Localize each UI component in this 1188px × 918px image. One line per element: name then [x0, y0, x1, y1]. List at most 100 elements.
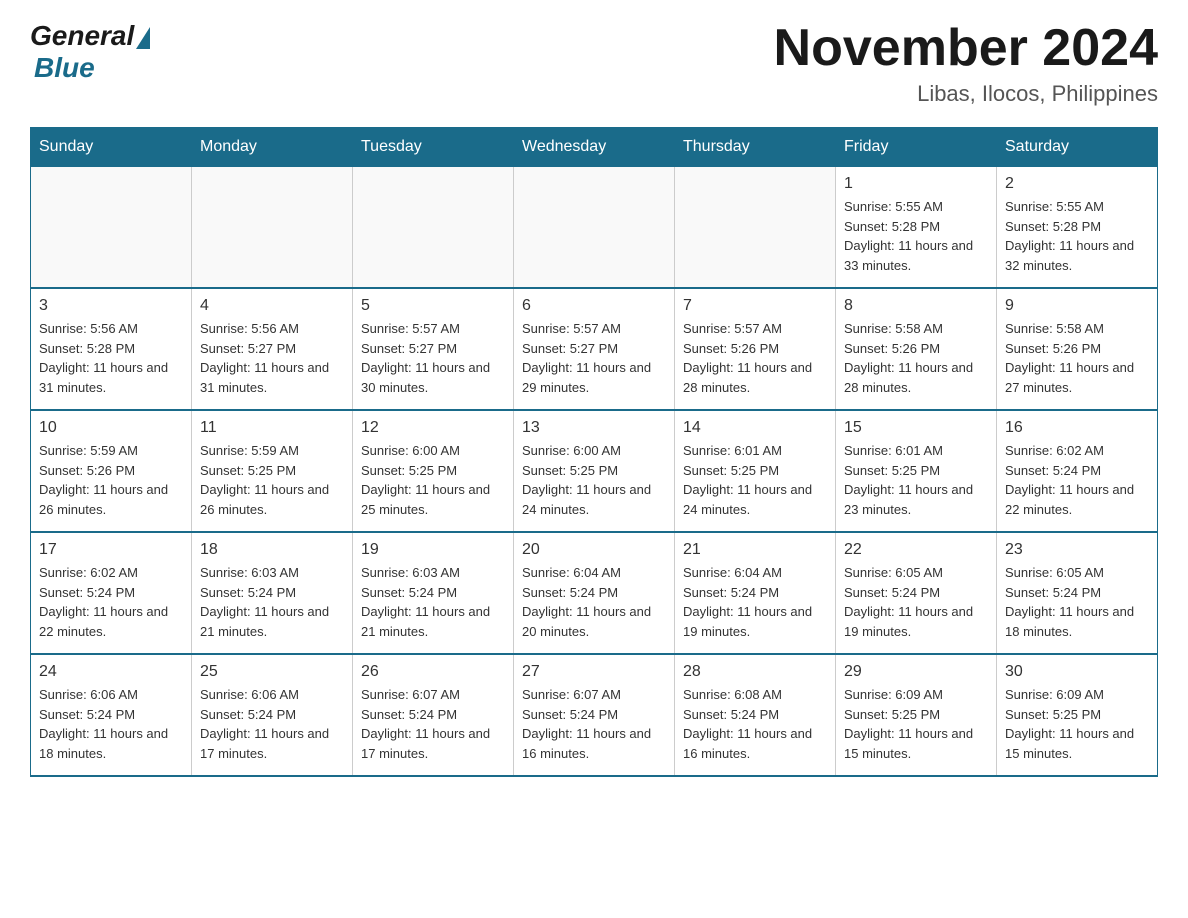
- day-info: Sunrise: 5:55 AMSunset: 5:28 PMDaylight:…: [844, 197, 988, 275]
- calendar-cell: 6Sunrise: 5:57 AMSunset: 5:27 PMDaylight…: [514, 288, 675, 410]
- calendar-cell: 26 Sunrise: 6:07 AMSunset: 5:24 PMDayligh…: [353, 654, 514, 776]
- day-number: 25: [200, 663, 344, 681]
- day-info: Sunrise: 6:07 AMSunset: 5:24 PMDaylight:…: [361, 685, 505, 763]
- day-number: 11: [200, 419, 344, 437]
- day-info: Sunrise: 6:09 AMSunset: 5:25 PMDaylight:…: [1005, 685, 1149, 763]
- calendar-cell: 1 Sunrise: 5:55 AMSunset: 5:28 PMDaylight…: [836, 167, 997, 289]
- calendar-cell: 23 Sunrise: 6:05 AMSunset: 5:24 PMDayligh…: [997, 532, 1158, 654]
- day-number: 26: [361, 663, 505, 681]
- calendar-cell: 9 Sunrise: 5:58 AMSunset: 5:26 PMDaylight…: [997, 288, 1158, 410]
- day-number: 10: [39, 419, 183, 437]
- day-info: Sunrise: 6:09 AMSunset: 5:25 PMDaylight:…: [844, 685, 988, 763]
- calendar-week-row: 17 Sunrise: 6:02 AMSunset: 5:24 PMDayligh…: [31, 532, 1158, 654]
- day-info: Sunrise: 5:55 AMSunset: 5:28 PMDaylight:…: [1005, 197, 1149, 275]
- day-number: 5: [361, 297, 505, 315]
- day-info: Sunrise: 6:02 AMSunset: 5:24 PMDaylight:…: [1005, 441, 1149, 519]
- day-number: 4: [200, 297, 344, 315]
- day-info: Sunrise: 6:05 AMSunset: 5:24 PMDaylight:…: [1005, 563, 1149, 641]
- weekday-header-row: SundayMondayTuesdayWednesdayThursdayFrid…: [31, 128, 1158, 167]
- title-area: November 2024 Libas, Ilocos, Philippines: [774, 20, 1158, 107]
- day-number: 22: [844, 541, 988, 559]
- weekday-header-sunday: Sunday: [31, 128, 192, 167]
- day-info: Sunrise: 6:08 AMSunset: 5:24 PMDaylight:…: [683, 685, 827, 763]
- day-number: 2: [1005, 175, 1149, 193]
- calendar-cell: 21 Sunrise: 6:04 AMSunset: 5:24 PMDayligh…: [675, 532, 836, 654]
- calendar-cell: 5 Sunrise: 5:57 AMSunset: 5:27 PMDaylight…: [353, 288, 514, 410]
- day-number: 30: [1005, 663, 1149, 681]
- day-info: Sunrise: 6:03 AMSunset: 5:24 PMDaylight:…: [200, 563, 344, 641]
- calendar-subtitle: Libas, Ilocos, Philippines: [774, 81, 1158, 107]
- calendar-cell: 8 Sunrise: 5:58 AMSunset: 5:26 PMDaylight…: [836, 288, 997, 410]
- weekday-header-friday: Friday: [836, 128, 997, 167]
- day-number: 23: [1005, 541, 1149, 559]
- day-info: Sunrise: 5:57 AMSunset: 5:27 PMDaylight:…: [522, 319, 666, 397]
- logo-blue-text: Blue: [34, 52, 150, 84]
- day-number: 1: [844, 175, 988, 193]
- day-number: 7: [683, 297, 827, 315]
- calendar-cell: 15Sunrise: 6:01 AMSunset: 5:25 PMDayligh…: [836, 410, 997, 532]
- calendar-cell: 16 Sunrise: 6:02 AMSunset: 5:24 PMDayligh…: [997, 410, 1158, 532]
- day-info: Sunrise: 6:07 AMSunset: 5:24 PMDaylight:…: [522, 685, 666, 763]
- calendar-cell: 24 Sunrise: 6:06 AMSunset: 5:24 PMDayligh…: [31, 654, 192, 776]
- calendar-cell: [353, 167, 514, 289]
- calendar-week-row: 3 Sunrise: 5:56 AMSunset: 5:28 PMDaylight…: [31, 288, 1158, 410]
- day-number: 20: [522, 541, 666, 559]
- day-number: 14: [683, 419, 827, 437]
- calendar-cell: [192, 167, 353, 289]
- day-info: Sunrise: 6:03 AMSunset: 5:24 PMDaylight:…: [361, 563, 505, 641]
- day-info: Sunrise: 5:57 AMSunset: 5:27 PMDaylight:…: [361, 319, 505, 397]
- weekday-header-saturday: Saturday: [997, 128, 1158, 167]
- day-info: Sunrise: 5:58 AMSunset: 5:26 PMDaylight:…: [1005, 319, 1149, 397]
- calendar-cell: 12Sunrise: 6:00 AMSunset: 5:25 PMDayligh…: [353, 410, 514, 532]
- day-number: 17: [39, 541, 183, 559]
- day-number: 16: [1005, 419, 1149, 437]
- calendar-table: SundayMondayTuesdayWednesdayThursdayFrid…: [30, 127, 1158, 777]
- calendar-cell: 25 Sunrise: 6:06 AMSunset: 5:24 PMDayligh…: [192, 654, 353, 776]
- day-info: Sunrise: 5:59 AMSunset: 5:25 PMDaylight:…: [200, 441, 344, 519]
- day-info: Sunrise: 6:00 AMSunset: 5:25 PMDaylight:…: [522, 441, 666, 519]
- day-info: Sunrise: 6:06 AMSunset: 5:24 PMDaylight:…: [200, 685, 344, 763]
- calendar-title: November 2024: [774, 20, 1158, 77]
- day-number: 29: [844, 663, 988, 681]
- calendar-cell: 29 Sunrise: 6:09 AMSunset: 5:25 PMDayligh…: [836, 654, 997, 776]
- logo-general-text: General: [30, 20, 134, 52]
- day-info: Sunrise: 6:01 AMSunset: 5:25 PMDaylight:…: [844, 441, 988, 519]
- day-number: 19: [361, 541, 505, 559]
- day-info: Sunrise: 6:05 AMSunset: 5:24 PMDaylight:…: [844, 563, 988, 641]
- day-number: 24: [39, 663, 183, 681]
- day-info: Sunrise: 6:06 AMSunset: 5:24 PMDaylight:…: [39, 685, 183, 763]
- calendar-cell: 13 Sunrise: 6:00 AMSunset: 5:25 PMDayligh…: [514, 410, 675, 532]
- day-info: Sunrise: 6:04 AMSunset: 5:24 PMDaylight:…: [683, 563, 827, 641]
- day-number: 3: [39, 297, 183, 315]
- weekday-header-thursday: Thursday: [675, 128, 836, 167]
- calendar-cell: 11 Sunrise: 5:59 AMSunset: 5:25 PMDayligh…: [192, 410, 353, 532]
- day-info: Sunrise: 5:56 AMSunset: 5:27 PMDaylight:…: [200, 319, 344, 397]
- day-info: Sunrise: 5:58 AMSunset: 5:26 PMDaylight:…: [844, 319, 988, 397]
- calendar-cell: 22 Sunrise: 6:05 AMSunset: 5:24 PMDayligh…: [836, 532, 997, 654]
- day-number: 18: [200, 541, 344, 559]
- logo: General Blue: [30, 20, 150, 84]
- day-number: 27: [522, 663, 666, 681]
- calendar-cell: 28 Sunrise: 6:08 AMSunset: 5:24 PMDayligh…: [675, 654, 836, 776]
- weekday-header-tuesday: Tuesday: [353, 128, 514, 167]
- day-number: 28: [683, 663, 827, 681]
- day-info: Sunrise: 5:57 AMSunset: 5:26 PMDaylight:…: [683, 319, 827, 397]
- calendar-week-row: 10Sunrise: 5:59 AMSunset: 5:26 PMDayligh…: [31, 410, 1158, 532]
- calendar-cell: [31, 167, 192, 289]
- calendar-cell: 10Sunrise: 5:59 AMSunset: 5:26 PMDayligh…: [31, 410, 192, 532]
- day-number: 21: [683, 541, 827, 559]
- day-number: 8: [844, 297, 988, 315]
- day-info: Sunrise: 6:02 AMSunset: 5:24 PMDaylight:…: [39, 563, 183, 641]
- calendar-cell: 30 Sunrise: 6:09 AMSunset: 5:25 PMDayligh…: [997, 654, 1158, 776]
- calendar-cell: 2 Sunrise: 5:55 AMSunset: 5:28 PMDaylight…: [997, 167, 1158, 289]
- calendar-cell: 27 Sunrise: 6:07 AMSunset: 5:24 PMDayligh…: [514, 654, 675, 776]
- calendar-week-row: 24 Sunrise: 6:06 AMSunset: 5:24 PMDayligh…: [31, 654, 1158, 776]
- calendar-cell: [514, 167, 675, 289]
- calendar-cell: 4 Sunrise: 5:56 AMSunset: 5:27 PMDaylight…: [192, 288, 353, 410]
- day-number: 9: [1005, 297, 1149, 315]
- day-info: Sunrise: 5:56 AMSunset: 5:28 PMDaylight:…: [39, 319, 183, 397]
- calendar-week-row: 1 Sunrise: 5:55 AMSunset: 5:28 PMDaylight…: [31, 167, 1158, 289]
- calendar-cell: 14Sunrise: 6:01 AMSunset: 5:25 PMDayligh…: [675, 410, 836, 532]
- day-number: 13: [522, 419, 666, 437]
- calendar-cell: 19 Sunrise: 6:03 AMSunset: 5:24 PMDayligh…: [353, 532, 514, 654]
